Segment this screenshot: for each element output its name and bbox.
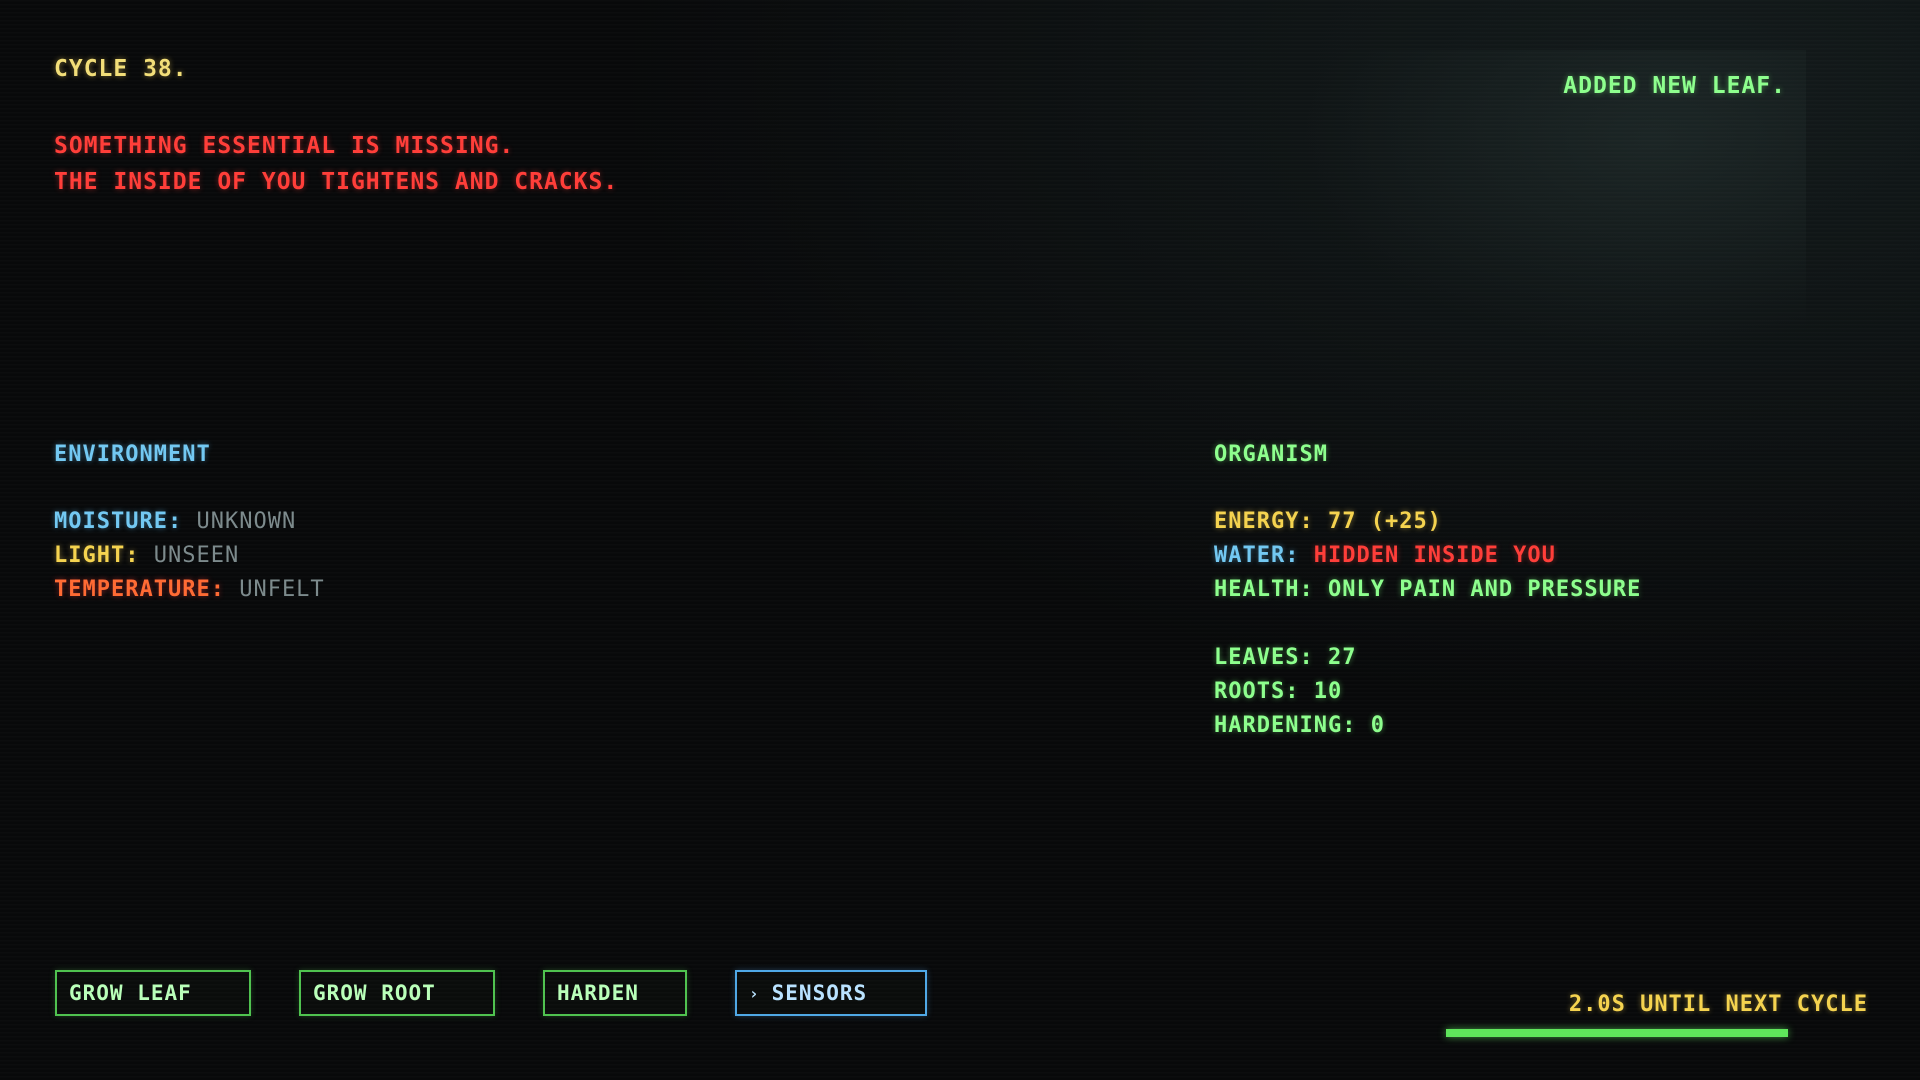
story-line-2: THE INSIDE OF YOU TIGHTENS AND CRACKS. (54, 169, 619, 195)
cycle-progress-bar (1446, 1029, 1788, 1037)
health-row: HEALTH: ONLY PAIN AND PRESSURE (1214, 577, 1641, 602)
story-text: SOMETHING ESSENTIAL IS MISSING. THE INSI… (54, 128, 618, 200)
leaves-value: 27 (1327, 645, 1357, 670)
health-label: HEALTH: (1214, 577, 1314, 602)
temperature-value: UNFELT (239, 577, 325, 602)
story-line-1: SOMETHING ESSENTIAL IS MISSING. (54, 133, 515, 159)
energy-label: ENERGY: (1214, 509, 1314, 534)
grow-root-label: GROW ROOT (313, 981, 436, 1005)
hardening-value: 0 (1370, 713, 1385, 738)
organism-title: ORGANISM (1214, 442, 1328, 467)
cycle-title: CYCLE 38. (54, 56, 188, 82)
environment-title: ENVIRONMENT (54, 442, 211, 467)
temperature-row: TEMPERATURE: UNFELT (54, 577, 325, 602)
hardening-label: HARDENING: (1214, 713, 1357, 738)
water-row: WATER: HIDDEN INSIDE YOU (1214, 543, 1556, 568)
water-value: HIDDEN INSIDE YOU (1313, 543, 1556, 568)
cycle-timer: 2.0S UNTIL NEXT CYCLE (1568, 992, 1868, 1017)
roots-row: ROOTS: 10 (1214, 679, 1342, 704)
game-screen: CYCLE 38. SOMETHING ESSENTIAL IS MISSING… (0, 0, 1920, 1080)
harden-button[interactable]: HARDEN (543, 970, 687, 1016)
light-label: LIGHT: (54, 543, 140, 568)
grow-leaf-button[interactable]: GROW LEAF (55, 970, 251, 1016)
water-label: WATER: (1214, 543, 1300, 568)
moisture-value: UNKNOWN (196, 509, 297, 534)
leaves-label: LEAVES: (1214, 645, 1314, 670)
chevron-right-icon: › (749, 983, 760, 1003)
cycle-progress-fill (1446, 1029, 1788, 1037)
sensors-label: SENSORS (771, 981, 868, 1005)
leaves-row: LEAVES: 27 (1214, 645, 1356, 670)
harden-label: HARDEN (557, 981, 639, 1005)
energy-row: ENERGY: 77 (+25) (1214, 509, 1442, 534)
health-value: ONLY PAIN AND PRESSURE (1327, 577, 1642, 602)
moisture-row: MOISTURE: UNKNOWN (54, 509, 296, 534)
sensors-button[interactable]: › SENSORS (735, 970, 927, 1016)
hardening-row: HARDENING: 0 (1214, 713, 1385, 738)
moisture-label: MOISTURE: (54, 509, 183, 534)
temperature-label: TEMPERATURE: (54, 577, 225, 602)
notice-message: ADDED NEW LEAF. (1563, 73, 1786, 99)
energy-value: 77 (+25) (1327, 509, 1442, 534)
light-value: UNSEEN (153, 543, 240, 568)
grow-root-button[interactable]: GROW ROOT (299, 970, 495, 1016)
grow-leaf-label: GROW LEAF (69, 981, 192, 1005)
roots-label: ROOTS: (1214, 679, 1300, 704)
roots-value: 10 (1313, 679, 1343, 704)
light-row: LIGHT: UNSEEN (54, 543, 239, 568)
